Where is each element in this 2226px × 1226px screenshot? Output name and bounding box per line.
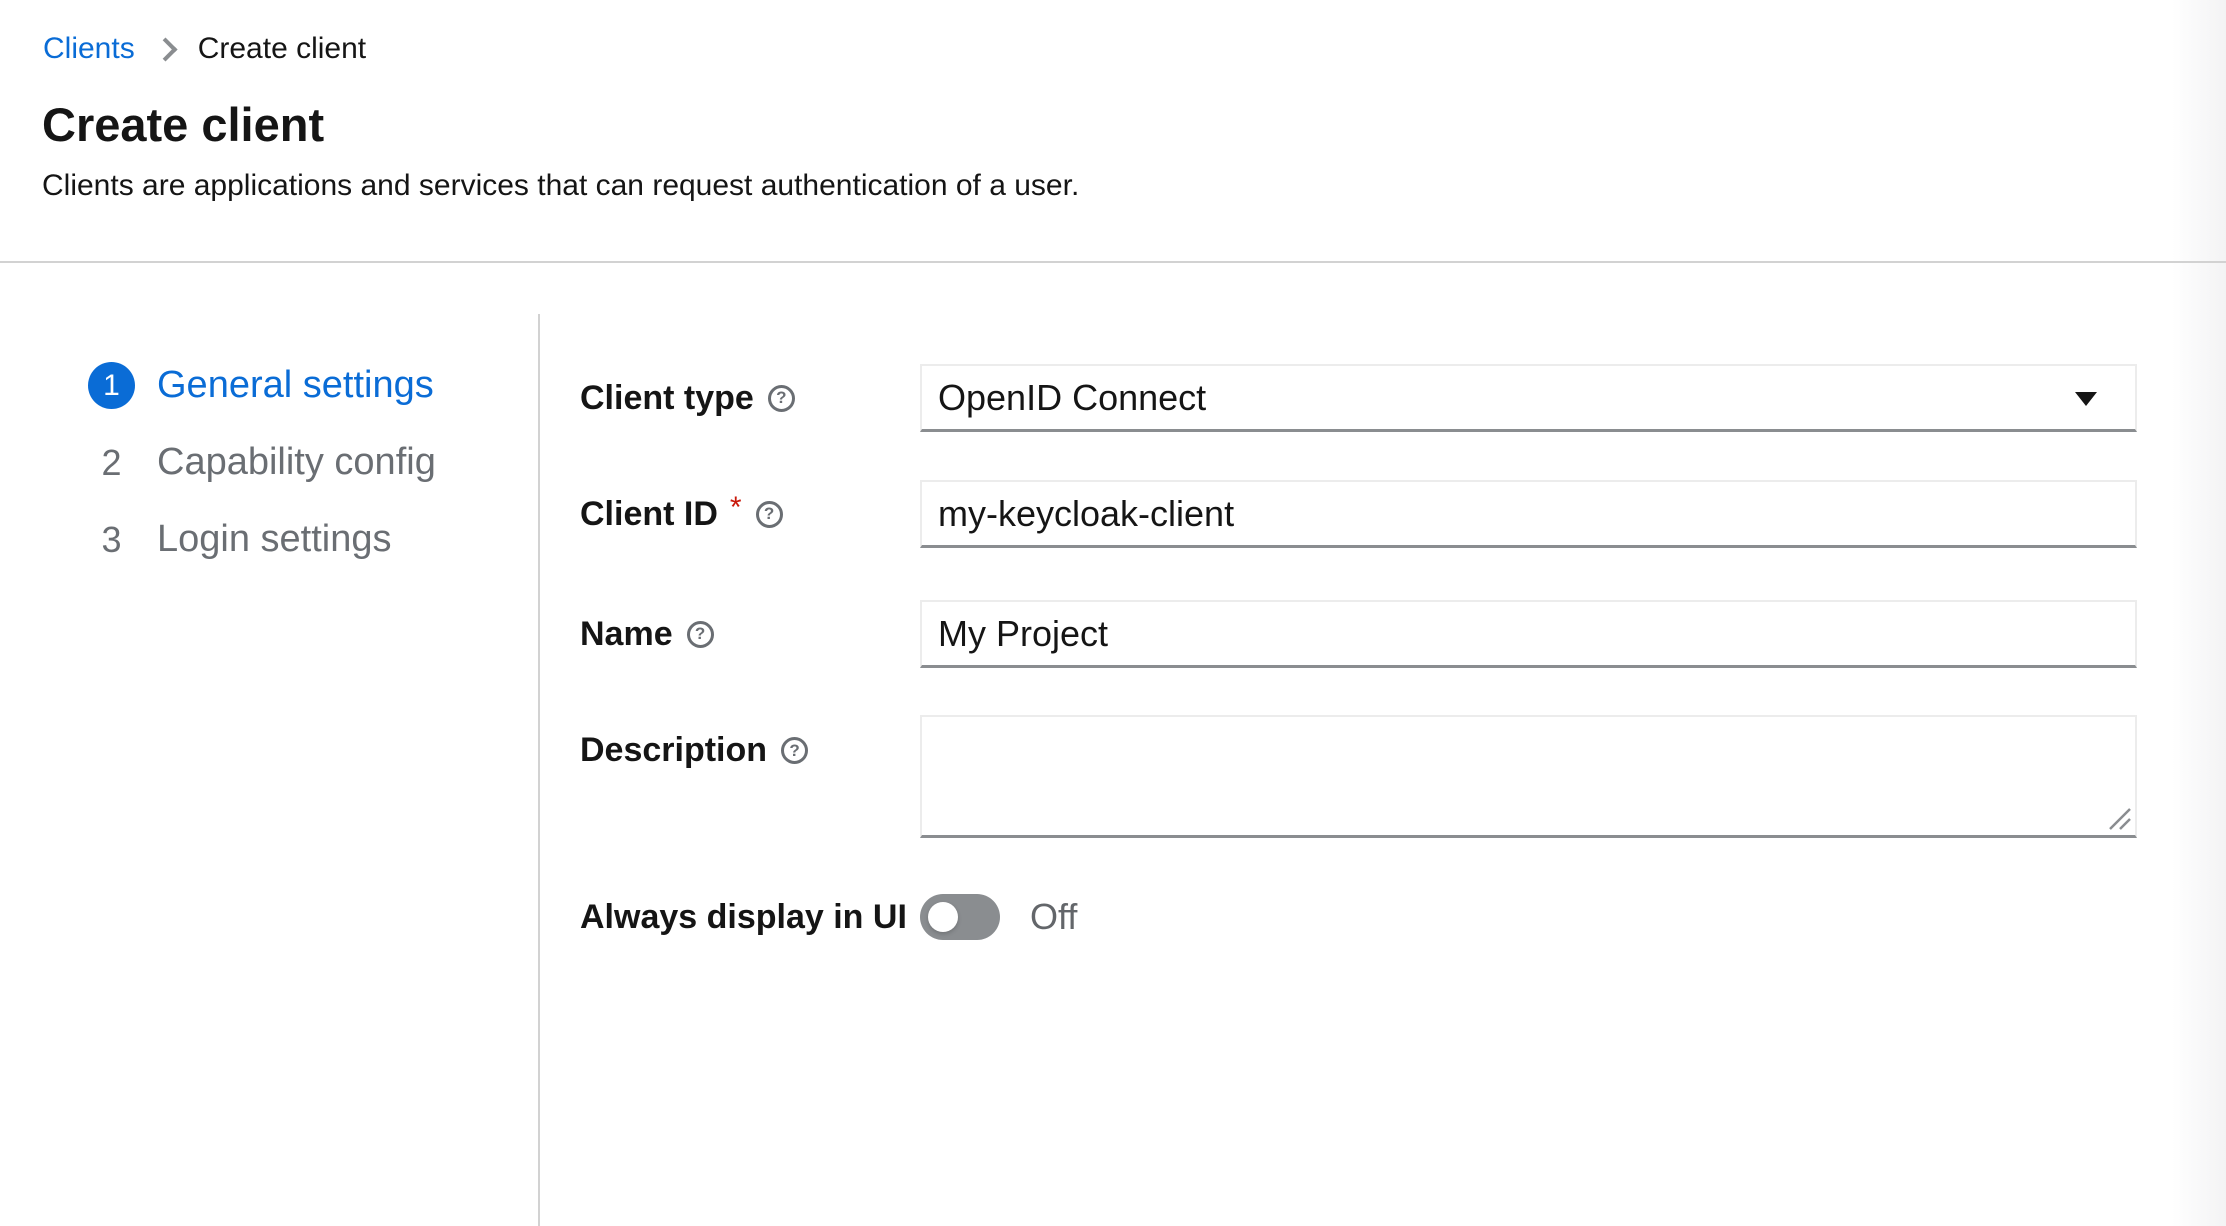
breadcrumb: Clients Create client bbox=[43, 30, 366, 68]
step-label: Capability config bbox=[157, 441, 436, 484]
description-label: Description ? bbox=[580, 731, 920, 770]
form-row-description: Description ? bbox=[580, 715, 2137, 838]
wizard-nav: 1 General settings 2 Capability config 3… bbox=[0, 314, 540, 1226]
step-number-badge: 1 bbox=[88, 362, 135, 409]
always-display-toggle[interactable] bbox=[920, 894, 1000, 940]
caret-down-icon bbox=[2075, 392, 2097, 406]
client-id-input[interactable] bbox=[920, 480, 2137, 548]
step-label: General settings bbox=[157, 364, 434, 407]
name-label: Name ? bbox=[580, 615, 920, 654]
wizard-step-login-settings[interactable]: 3 Login settings bbox=[88, 501, 538, 578]
page-title: Create client bbox=[42, 96, 324, 154]
breadcrumb-link-clients[interactable]: Clients bbox=[43, 30, 135, 68]
help-icon[interactable]: ? bbox=[687, 621, 714, 648]
name-label-text: Name bbox=[580, 615, 673, 654]
form-row-client-id: Client ID * ? bbox=[580, 480, 2137, 548]
chevron-right-icon bbox=[153, 37, 177, 61]
help-icon[interactable]: ? bbox=[756, 501, 783, 528]
always-display-switch-row: Off bbox=[920, 894, 2137, 940]
always-display-label: Always display in UI ? bbox=[580, 898, 978, 937]
name-input[interactable] bbox=[920, 600, 2137, 668]
client-type-selected-value: OpenID Connect bbox=[938, 377, 1206, 419]
client-type-label: Client type ? bbox=[580, 379, 920, 418]
client-id-label-text: Client ID bbox=[580, 495, 718, 534]
description-textarea[interactable] bbox=[920, 715, 2137, 838]
resize-handle-icon[interactable] bbox=[2106, 805, 2132, 831]
required-asterisk: * bbox=[730, 491, 742, 525]
always-display-label-text: Always display in UI bbox=[580, 898, 907, 937]
right-edge-fade bbox=[2172, 0, 2226, 1226]
help-icon[interactable]: ? bbox=[781, 737, 808, 764]
create-client-page: Clients Create client Create client Clie… bbox=[0, 0, 2226, 1226]
step-label: Login settings bbox=[157, 518, 392, 561]
client-id-label: Client ID * ? bbox=[580, 495, 920, 534]
form-row-name: Name ? bbox=[580, 600, 2137, 668]
form-row-client-type: Client type ? OpenID Connect bbox=[580, 364, 2137, 432]
toggle-state-label: Off bbox=[1030, 896, 1077, 938]
description-label-text: Description bbox=[580, 731, 767, 770]
toggle-knob bbox=[928, 902, 958, 932]
breadcrumb-current: Create client bbox=[198, 30, 366, 68]
form-row-always-display: Always display in UI ? Off bbox=[580, 894, 2137, 940]
page-subtitle: Clients are applications and services th… bbox=[42, 166, 1079, 206]
wizard-steps: 1 General settings 2 Capability config 3… bbox=[88, 347, 538, 578]
step-number: 2 bbox=[88, 439, 135, 486]
client-type-label-text: Client type bbox=[580, 379, 754, 418]
step-number: 3 bbox=[88, 516, 135, 563]
wizard-step-capability-config[interactable]: 2 Capability config bbox=[88, 424, 538, 501]
client-type-select[interactable]: OpenID Connect bbox=[920, 364, 2137, 432]
wizard-step-general-settings[interactable]: 1 General settings bbox=[88, 347, 538, 424]
header-divider bbox=[0, 261, 2226, 263]
help-icon[interactable]: ? bbox=[768, 385, 795, 412]
